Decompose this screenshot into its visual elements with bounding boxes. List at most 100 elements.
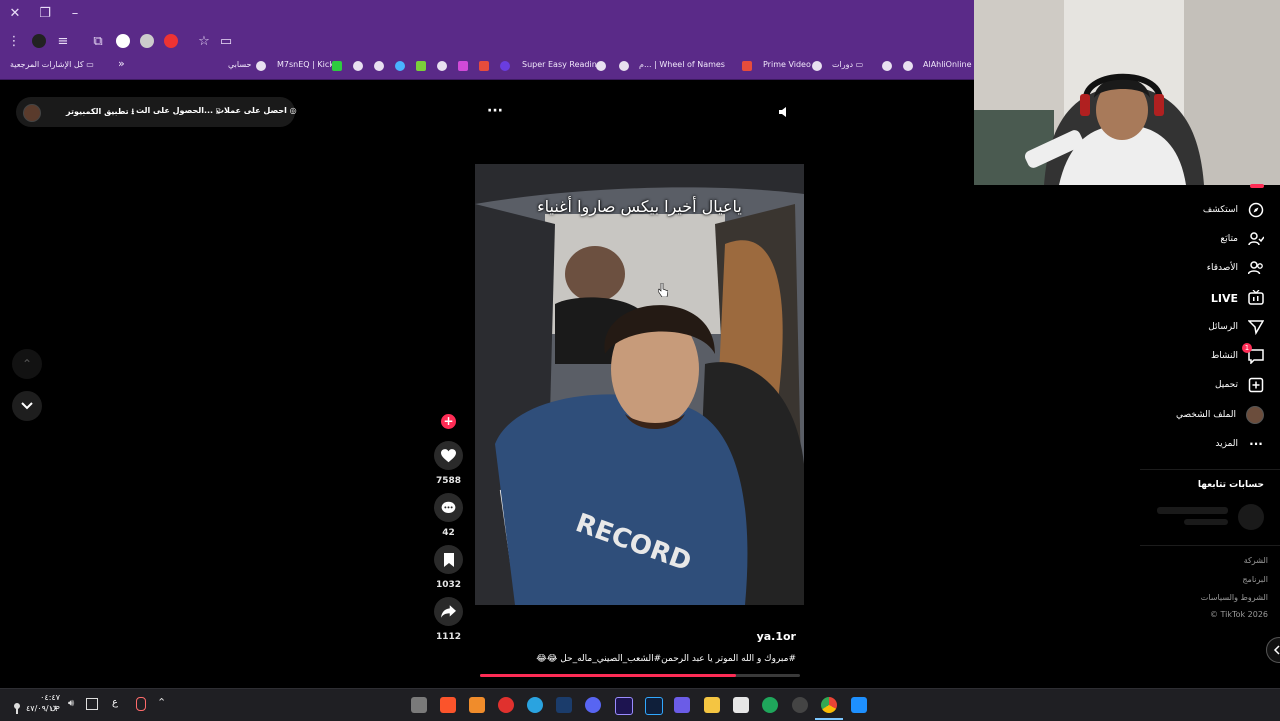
volume-icon[interactable]: [777, 104, 791, 118]
sidebar-item-activity[interactable]: النشاط 1: [1211, 343, 1264, 366]
steam-icon[interactable]: [556, 697, 572, 713]
get-coins-button[interactable]: احصل على عملات ◎: [216, 106, 297, 115]
taskbar-app-icon[interactable]: [469, 697, 485, 713]
share-arrow-icon: [441, 605, 456, 618]
media-controls-icon[interactable]: ≡: [55, 34, 71, 50]
footer-company-link[interactable]: الشركة: [1244, 556, 1268, 565]
bookmark-item[interactable]: م... | Wheel of Names: [639, 60, 729, 69]
sidebar-item-upload[interactable]: تحميل: [1215, 375, 1264, 395]
footer-terms-link[interactable]: الشروط والسياسات: [1201, 593, 1268, 602]
video-progress-bar[interactable]: [480, 674, 800, 677]
close-window-icon[interactable]: ✕: [7, 6, 23, 22]
bookmark-favicon[interactable]: [416, 61, 426, 71]
windows-start-icon[interactable]: [851, 697, 867, 713]
save-button[interactable]: [434, 545, 463, 574]
follow-plus-icon[interactable]: +: [441, 414, 456, 429]
bookmark-favicon: [812, 61, 822, 71]
edge-browser-icon[interactable]: [762, 697, 778, 713]
bookmark-favicon[interactable]: [882, 61, 892, 71]
microphone-icon[interactable]: [136, 697, 146, 711]
taskbar-app-icon[interactable]: [411, 697, 427, 713]
video-player[interactable]: RECORD ياعيال أخيرا بيكس صاروا أغنياء: [475, 164, 804, 605]
webcam-overlay: [974, 0, 1280, 185]
bookmark-item[interactable]: Super Easy Reading: [522, 60, 602, 69]
file-explorer-icon[interactable]: [704, 697, 720, 713]
avatar[interactable]: [23, 104, 41, 122]
all-bookmarks[interactable]: كل الإشارات المرجعية ▭: [10, 60, 94, 69]
brave-browser-icon[interactable]: [440, 697, 456, 713]
footer-program-link[interactable]: البرنامج: [1242, 575, 1268, 584]
bookmark-favicon[interactable]: [437, 61, 447, 71]
more-options-icon[interactable]: ···: [487, 103, 503, 119]
extension-icon[interactable]: [140, 34, 154, 48]
photoshop-icon[interactable]: [645, 697, 663, 715]
top-actions-pill: تطبيق الكمبيوتر ⭳ الحصول على الت... ▯ اح…: [16, 97, 297, 127]
sidebar-item-profile[interactable]: الملف الشخصي: [1176, 405, 1264, 425]
comment-count: 42: [442, 528, 455, 538]
browser-menu-icon[interactable]: ⋮: [6, 34, 22, 50]
bookmark-favicon[interactable]: [374, 61, 384, 71]
clock-date[interactable]: ٤٧/٠٩/١٦: [26, 704, 57, 713]
extension-icon[interactable]: [116, 34, 130, 48]
speaker-icon[interactable]: 🔊︎: [68, 698, 74, 709]
sidebar-item-explore[interactable]: استكشف: [1203, 200, 1264, 220]
taskbar-app-icon[interactable]: [498, 697, 514, 713]
sidebar-item-following[interactable]: متابَع: [1220, 229, 1264, 249]
bookmark-star-icon[interactable]: ☆: [196, 34, 212, 50]
like-button[interactable]: [434, 441, 463, 470]
desktop-app-button[interactable]: تطبيق الكمبيوتر ⭳: [66, 106, 134, 120]
sidebar-item-more[interactable]: المزيد ···: [1215, 434, 1264, 454]
bookmark-item[interactable]: Prime Video: [763, 60, 811, 69]
telegram-icon[interactable]: [527, 697, 543, 713]
bookmark-favicon: [256, 61, 266, 71]
weather-icon[interactable]: [12, 699, 22, 714]
streamer-camera-image: [974, 0, 1280, 185]
get-app-button[interactable]: الحصول على الت... ▯: [136, 106, 220, 115]
upload-icon: [1248, 377, 1264, 393]
collapse-sidebar-button[interactable]: [1266, 637, 1280, 663]
minimize-window-icon[interactable]: –: [67, 6, 83, 22]
bookmark-favicon[interactable]: [500, 61, 510, 71]
kick-icon: [332, 61, 342, 71]
video-progress-fill: [480, 674, 736, 677]
bookmark-item[interactable]: M7snEQ | Kick: [277, 60, 334, 69]
bookmark-item[interactable]: AlAhliOnline: [923, 60, 972, 69]
cast-icon[interactable]: ▭: [218, 34, 234, 50]
share-count: 1112: [435, 632, 462, 642]
extensions-puzzle-icon[interactable]: ⧉: [90, 34, 106, 50]
bookmark-favicon[interactable]: [458, 61, 468, 71]
bookmark-folder[interactable]: دورات ▭: [832, 60, 863, 69]
show-hidden-icons-chevron-icon[interactable]: ⌃: [157, 696, 166, 709]
mouse-cursor-icon: [657, 282, 669, 298]
bookmark-favicon[interactable]: [395, 61, 405, 71]
discord-icon[interactable]: [585, 697, 601, 713]
browser-titlebar: ✕ ❐ –: [0, 0, 974, 28]
comment-icon: [441, 501, 456, 513]
bookmark-favicon[interactable]: [353, 61, 363, 71]
account-name-placeholder: [1157, 507, 1228, 514]
bookmarks-overflow[interactable]: »: [118, 57, 125, 70]
taskbar-app-icon[interactable]: [792, 697, 808, 713]
bookmark-favicon[interactable]: [619, 61, 629, 71]
premiere-pro-icon[interactable]: [615, 697, 633, 715]
video-frame: RECORD: [475, 164, 804, 605]
sidebar-item-live[interactable]: LIVE: [1211, 288, 1264, 308]
sidebar-item-messages[interactable]: الرسائل: [1208, 317, 1264, 337]
sidebar-item-friends[interactable]: الأصدقاء: [1207, 258, 1264, 278]
next-video-chevron-down-icon[interactable]: [12, 391, 42, 421]
microsoft-store-icon[interactable]: [733, 697, 749, 713]
extension-icon[interactable]: [32, 34, 46, 48]
share-button[interactable]: [434, 597, 463, 626]
chrome-browser-icon[interactable]: [821, 697, 837, 713]
video-author[interactable]: ya.1or: [520, 630, 796, 643]
bookmark-icon: [443, 552, 454, 567]
bookmark-favicon[interactable]: [479, 61, 489, 71]
network-icon[interactable]: [86, 698, 98, 710]
youtube-extension-icon[interactable]: [164, 34, 178, 48]
input-language[interactable]: ع: [112, 697, 118, 708]
restore-window-icon[interactable]: ❐: [37, 6, 53, 22]
bookmark-item[interactable]: حسابي: [228, 60, 251, 69]
comment-button[interactable]: [434, 493, 463, 522]
previous-video-chevron-up-icon[interactable]: ⌃: [12, 349, 42, 379]
taskbar-app-icon[interactable]: [674, 697, 690, 713]
